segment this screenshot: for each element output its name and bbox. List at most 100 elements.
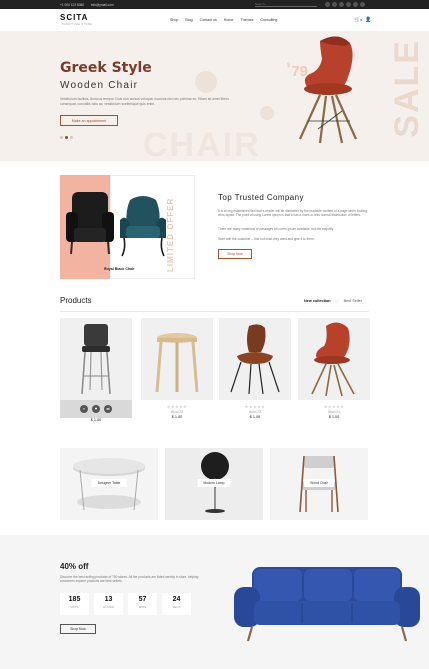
timer-label: MINS: [138, 605, 147, 609]
deal-shop-button[interactable]: Shop Now: [60, 624, 96, 634]
limited-offer-label: LIMITED OFFER: [166, 197, 175, 272]
slider-dot[interactable]: [60, 136, 63, 139]
products-tabs: New collection | Best Seller: [304, 299, 362, 303]
brown-chair-image: [230, 324, 280, 395]
product-image[interactable]: [298, 318, 370, 400]
product-name[interactable]: Stool 23: [219, 410, 291, 414]
nav-item-shop[interactable]: Shop: [170, 18, 178, 22]
category-label[interactable]: Modern Lamp: [197, 479, 231, 487]
red-chair-image: [311, 322, 355, 397]
nav-item-blog[interactable]: Blog: [185, 18, 192, 22]
product-card[interactable]: ⌕ ♥ ⇄ $ 1.00: [60, 318, 132, 428]
tab-separator: |: [336, 299, 338, 303]
wood-stool-image: [155, 333, 199, 393]
trusted-paragraph: It is a long established fact that a rea…: [218, 209, 367, 218]
timer-label: DAYS: [70, 605, 79, 609]
search-icon[interactable]: ⌕: [80, 405, 88, 413]
bar-stool-image: [81, 324, 111, 395]
twitter-icon[interactable]: [332, 2, 337, 7]
divider: [60, 311, 369, 312]
contact-info: +1 000 123 8080 info@ymail.com: [60, 3, 120, 7]
nav-item-consulting[interactable]: Consulting: [260, 18, 277, 22]
product-image[interactable]: [60, 318, 132, 400]
slider-dots: [60, 136, 73, 139]
pinterest-icon[interactable]: [346, 2, 351, 7]
product-rating: ★★★★★: [166, 404, 188, 409]
product-price: $ 1.00: [249, 415, 261, 419]
category-label[interactable]: Wood Chair: [304, 479, 334, 487]
hero-chair-image: [298, 36, 358, 144]
top-bar: +1 000 123 8080 info@ymail.com Search...: [0, 0, 429, 9]
trusted-title: Top Trusted Company: [218, 193, 304, 202]
category-modern-lamp[interactable]: Modern Lamp: [165, 448, 263, 520]
product-image[interactable]: [219, 318, 291, 400]
timer-days: 185 DAYS: [60, 593, 89, 615]
nav-menu: Shop Blog Contact us Home Themes Consult…: [170, 18, 277, 22]
timer-value: 57: [138, 596, 147, 603]
offer-caption: Royal Black Chair: [104, 267, 135, 271]
timer-value: 13: [104, 596, 113, 603]
heart-icon[interactable]: ♥: [92, 405, 100, 413]
hero-description: Vestibulum facilisis, thoncus tempor. Du…: [60, 97, 229, 106]
facebook-icon[interactable]: [325, 2, 330, 7]
page: +1 000 123 8080 info@ymail.com Search...…: [0, 0, 429, 669]
product-image[interactable]: [141, 318, 213, 400]
compare-icon[interactable]: ⇄: [104, 405, 112, 413]
trusted-shop-button[interactable]: Shop Now: [218, 249, 252, 259]
timer-label: HOURS: [103, 605, 114, 609]
timer-mins: 57 MINS: [128, 593, 157, 615]
youtube-icon[interactable]: [353, 2, 358, 7]
deal-description: Discover the best selling products of 75…: [60, 575, 199, 584]
social-links: [325, 2, 365, 7]
search-input[interactable]: Search...: [255, 2, 317, 7]
product-name[interactable]: Stool 24: [298, 410, 370, 414]
tab-best-seller[interactable]: Best Seller: [344, 299, 362, 303]
cart-button[interactable]: 🛒0: [354, 17, 362, 23]
category-wood-chair[interactable]: Wood Chair: [270, 448, 368, 520]
deal-section: 40% off Discover the best selling produc…: [0, 535, 429, 669]
timer-hours: 13 HOURS: [94, 593, 123, 615]
product-rating: ★★★★★: [244, 404, 266, 409]
category-label[interactable]: Designer Table: [91, 479, 127, 487]
phone-text[interactable]: +1 000 123 8080: [60, 3, 84, 7]
product-card[interactable]: ★★★★★ Stool 24 $ 1.00: [298, 318, 370, 428]
product-rating: ★★★★★: [323, 404, 345, 409]
blue-sofa-image: [234, 567, 420, 642]
watermark-sale: SALE: [388, 39, 426, 138]
logo[interactable]: SCITA: [60, 13, 88, 22]
appointment-button[interactable]: Make an appointment: [60, 115, 118, 126]
linkedin-icon[interactable]: [360, 2, 365, 7]
slider-dot-active[interactable]: [65, 136, 68, 139]
nav-item-home[interactable]: Home: [224, 18, 234, 22]
logo-tagline: FURNITURE STORE: [62, 23, 93, 26]
timer-value: 185: [68, 596, 81, 603]
nav-item-contact[interactable]: Contact us: [200, 18, 217, 22]
products-title: Products: [60, 296, 92, 305]
product-actions: ⌕ ♥ ⇄: [60, 400, 132, 418]
product-price: $ 1.00: [90, 418, 102, 422]
email-text[interactable]: info@ymail.com: [91, 3, 114, 7]
hero-subtitle: Wooden Chair: [60, 80, 139, 91]
product-card[interactable]: ★★★★★ Stool 22 $ 1.00: [141, 318, 213, 428]
product-card[interactable]: ★★★★★ Stool 23 $ 1.00: [219, 318, 291, 428]
instagram-icon[interactable]: [339, 2, 344, 7]
teal-armchair-image: [120, 196, 166, 257]
slider-dot[interactable]: [70, 136, 73, 139]
hero-slider: CHAIR SALE Greek Style Wooden Chair Vest…: [0, 31, 429, 161]
user-icon[interactable]: 👤: [365, 17, 371, 23]
product-name[interactable]: Stool 22: [141, 410, 213, 414]
deal-title: 40% off: [60, 562, 89, 571]
decor-blob: [195, 71, 217, 93]
cart-count: 0: [360, 18, 362, 22]
trusted-paragraph: Start with the customer – find out what …: [218, 237, 315, 241]
tab-new-collection[interactable]: New collection: [304, 299, 331, 303]
timer-value: 24: [172, 596, 181, 603]
nav-item-themes[interactable]: Themes: [240, 18, 253, 22]
trusted-paragraph: There are many variations of passages of…: [218, 227, 334, 231]
main-nav: SCITA FURNITURE STORE Shop Blog Contact …: [0, 9, 429, 31]
product-price: $ 1.00: [328, 415, 340, 419]
watermark-chair: CHAIR: [143, 126, 261, 161]
category-designer-table[interactable]: Designer Table: [60, 448, 158, 520]
timer-secs: 24 SECS: [162, 593, 191, 615]
black-armchair-image: [66, 192, 114, 255]
